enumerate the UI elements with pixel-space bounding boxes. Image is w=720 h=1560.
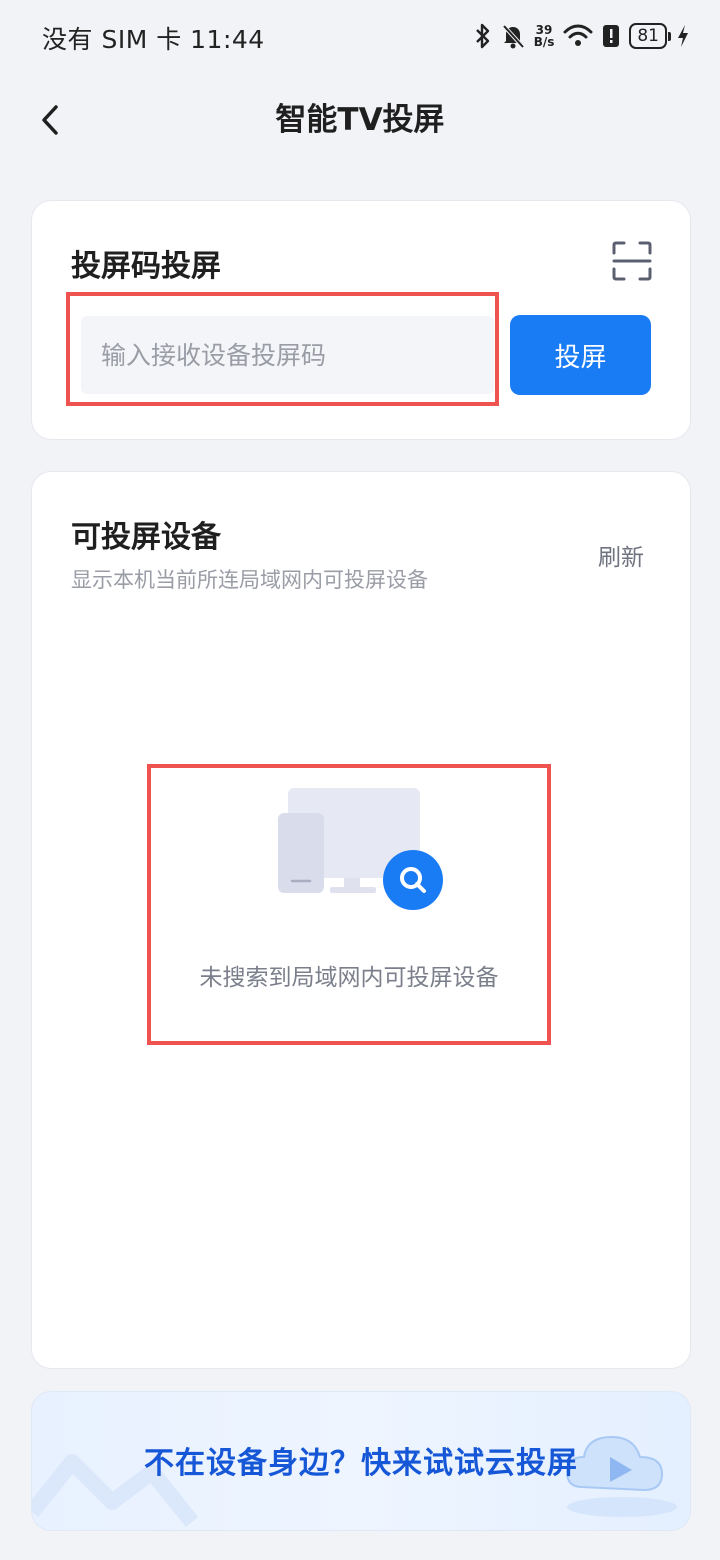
status-bar: 没有 SIM 卡 11:44 39 B/s 81 <box>0 0 720 72</box>
cast-button[interactable]: 投屏 <box>510 315 651 395</box>
charging-icon <box>678 25 688 47</box>
devices-subtitle: 显示本机当前所连局域网内可投屏设备 <box>71 568 428 592</box>
mute-bell-icon <box>502 24 525 49</box>
refresh-button[interactable]: 刷新 <box>598 538 644 572</box>
code-cast-title: 投屏码投屏 <box>71 249 221 284</box>
devices-title: 可投屏设备 <box>71 520 221 555</box>
banner-text: 不在设备身边？快来试试云投屏 <box>144 1446 578 1481</box>
net-speed: 39 B/s <box>533 23 555 49</box>
scan-icon <box>612 241 652 281</box>
tv-search-icon <box>278 788 443 910</box>
empty-state-text: 未搜索到局域网内可投屏设备 <box>199 965 499 991</box>
alert-icon <box>603 25 620 47</box>
bluetooth-icon <box>475 23 489 49</box>
cloud-cast-banner[interactable]: 不在设备身边？快来试试云投屏 <box>31 1391 691 1531</box>
empty-state: 未搜索到局域网内可投屏设备 <box>147 764 551 1045</box>
devices-card: 可投屏设备 显示本机当前所连局域网内可投屏设备 刷新 未搜索到局域网内可投屏设备 <box>31 471 691 1369</box>
status-icons: 39 B/s 81 <box>474 18 690 54</box>
code-cast-card: 投屏码投屏 投屏 <box>31 200 691 440</box>
status-carrier-time: 没有 SIM 卡 11:44 <box>42 25 265 54</box>
page-title: 智能TV投屏 <box>275 102 445 138</box>
scan-button[interactable] <box>612 241 652 281</box>
wifi-icon <box>563 24 593 46</box>
input-highlight-box <box>66 292 499 406</box>
battery-icon: 81 <box>629 23 671 49</box>
